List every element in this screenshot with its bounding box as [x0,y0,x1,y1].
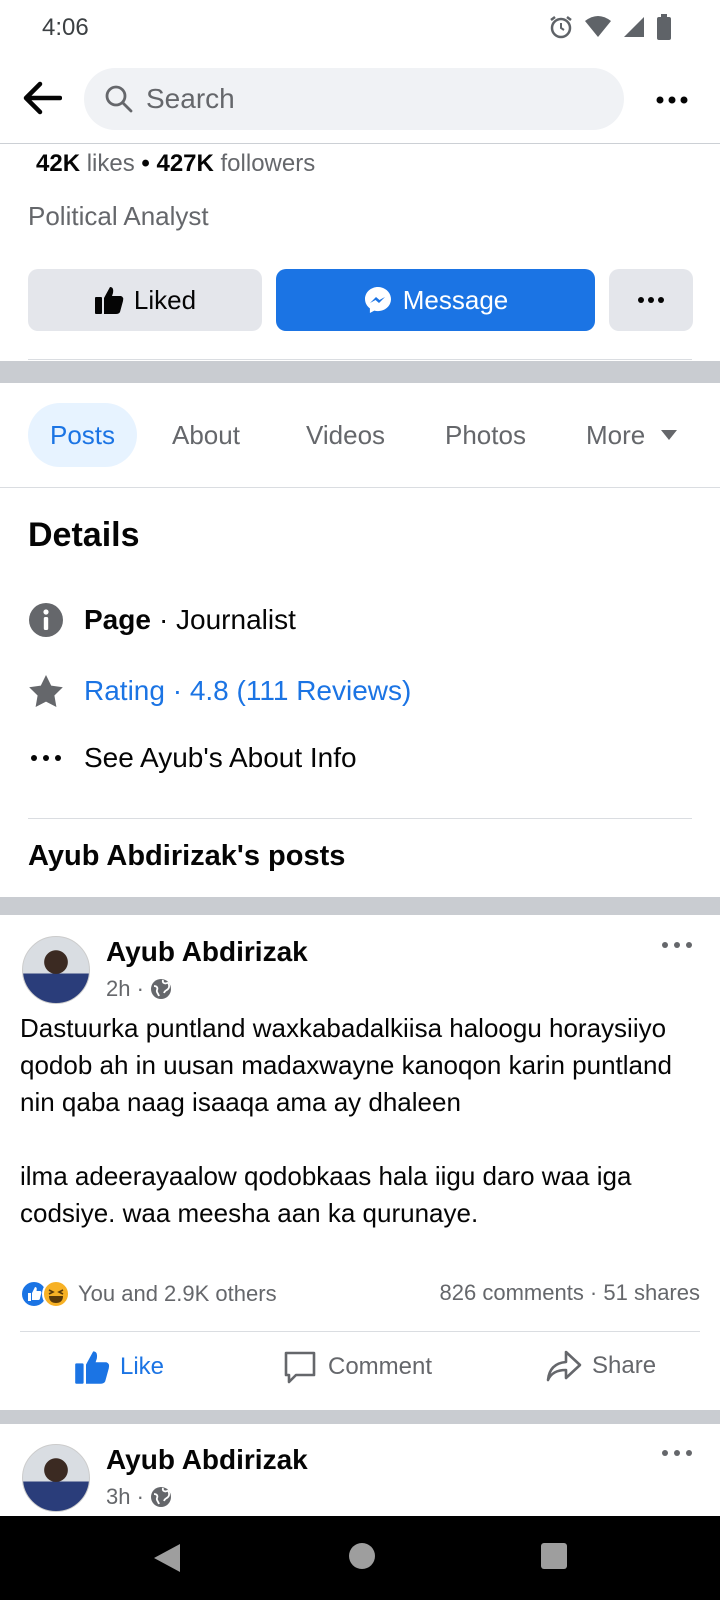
divider [28,359,692,360]
post-paragraph: ilma adeerayaalow qodobkaas hala iigu da… [20,1161,632,1228]
page-category: Political Analyst [28,201,209,231]
comment-button[interactable]: Comment [282,1349,432,1385]
page-type-row: Page · Journalist [28,598,296,642]
caret-down-icon [661,430,678,440]
info-icon [29,603,63,637]
section-separator [0,1410,720,1424]
tab-about[interactable]: About [172,403,240,467]
nav-back-icon[interactable] [152,1542,182,1574]
battery-icon [657,14,671,40]
back-arrow-icon [23,81,62,115]
top-bar [0,56,720,144]
share-button[interactable]: Share [546,1349,656,1383]
like-label: Like [120,1353,165,1380]
reactions-text: You and 2.9K others [78,1281,277,1306]
avatar[interactable] [22,1444,90,1512]
search-icon [105,85,133,113]
details-heading: Details [28,516,140,554]
stats-separator: • [141,150,150,177]
post-meta: 3h · [106,1484,172,1510]
system-nav-bar [0,1516,720,1600]
posts-heading: Ayub Abdirizak's posts [28,840,346,872]
more-dots-icon [638,297,664,303]
rating-row[interactable]: Rating · 4.8 (111 Reviews) [28,669,411,713]
post-header: Ayub Abdirizak 2h · [22,936,702,1006]
status-time: 4:06 [42,14,89,41]
rating-text: Rating · 4.8 (111 Reviews) [84,675,412,706]
comments-shares-count[interactable]: 826 comments · 51 shares [440,1280,700,1306]
globe-icon [150,1487,171,1507]
post-header: Ayub Abdirizak 3h · [22,1444,702,1514]
share-icon [546,1350,582,1382]
post-time: 3h · [106,1484,144,1509]
tab-photos[interactable]: Photos [445,403,526,467]
page-stats: 42K likes • 427K followers [36,150,315,178]
search-box[interactable] [84,68,624,130]
search-input[interactable] [146,68,606,130]
share-label: Share [592,1352,657,1379]
followers-label: followers [220,150,316,177]
like-button[interactable]: Like [74,1349,164,1385]
post-text: Dastuurka puntland waxkabadalkiisa haloo… [20,1010,700,1232]
followers-count: 427K [156,150,214,177]
divider [28,818,692,819]
more-dots-icon [31,755,61,761]
liked-label: Liked [133,284,197,315]
tab-more[interactable]: More [586,403,678,467]
post-more-icon[interactable] [662,1450,692,1456]
reactions-summary[interactable]: You and 2.9K others [20,1280,277,1308]
section-separator [0,361,720,383]
haha-reaction-icon [42,1280,70,1308]
message-button[interactable]: Message [276,269,595,331]
signal-icon [624,17,644,37]
likes-label: likes [86,150,135,177]
status-bar: 4:06 [0,0,720,56]
wifi-icon [585,16,611,37]
thumbs-up-icon [94,287,124,314]
about-info-link: See Ayub's About Info [84,742,357,773]
liked-button[interactable]: Liked [28,269,262,331]
post-author[interactable]: Ayub Abdirizak [106,936,308,968]
section-separator [0,897,720,915]
messenger-icon [364,287,391,313]
globe-icon [150,979,171,999]
thumbs-up-icon [75,1351,110,1384]
post-paragraph: Dastuurka puntland waxkabadalkiisa haloo… [20,1013,672,1117]
likes-count: 42K [36,150,81,177]
nav-recents-icon[interactable] [540,1542,568,1570]
about-info-row[interactable]: See Ayub's About Info [28,736,357,780]
avatar[interactable] [22,936,90,1004]
page-type-value: · Journalist [158,604,296,635]
tab-videos[interactable]: Videos [306,403,385,467]
comment-icon [284,1351,316,1384]
post-meta: 2h · [106,976,172,1002]
post-actions: Like Comment Share [0,1331,720,1411]
tab-posts[interactable]: Posts [28,403,138,467]
tab-more-label: More [586,420,646,450]
top-more-button[interactable] [654,82,690,118]
post-time: 2h · [106,976,144,1001]
page-more-button[interactable] [609,269,693,331]
nav-home-icon[interactable] [348,1542,376,1570]
comment-label: Comment [328,1353,433,1380]
tab-bar: Posts About Videos Photos More [0,383,720,488]
alarm-icon [550,16,572,39]
status-icons [548,14,672,40]
star-icon [29,675,63,707]
page-type-label: Page [84,604,151,635]
more-dots-icon [656,96,688,104]
post-more-icon[interactable] [662,942,692,948]
back-button[interactable] [20,76,64,120]
message-label: Message [402,284,509,315]
post-author[interactable]: Ayub Abdirizak [106,1444,308,1476]
